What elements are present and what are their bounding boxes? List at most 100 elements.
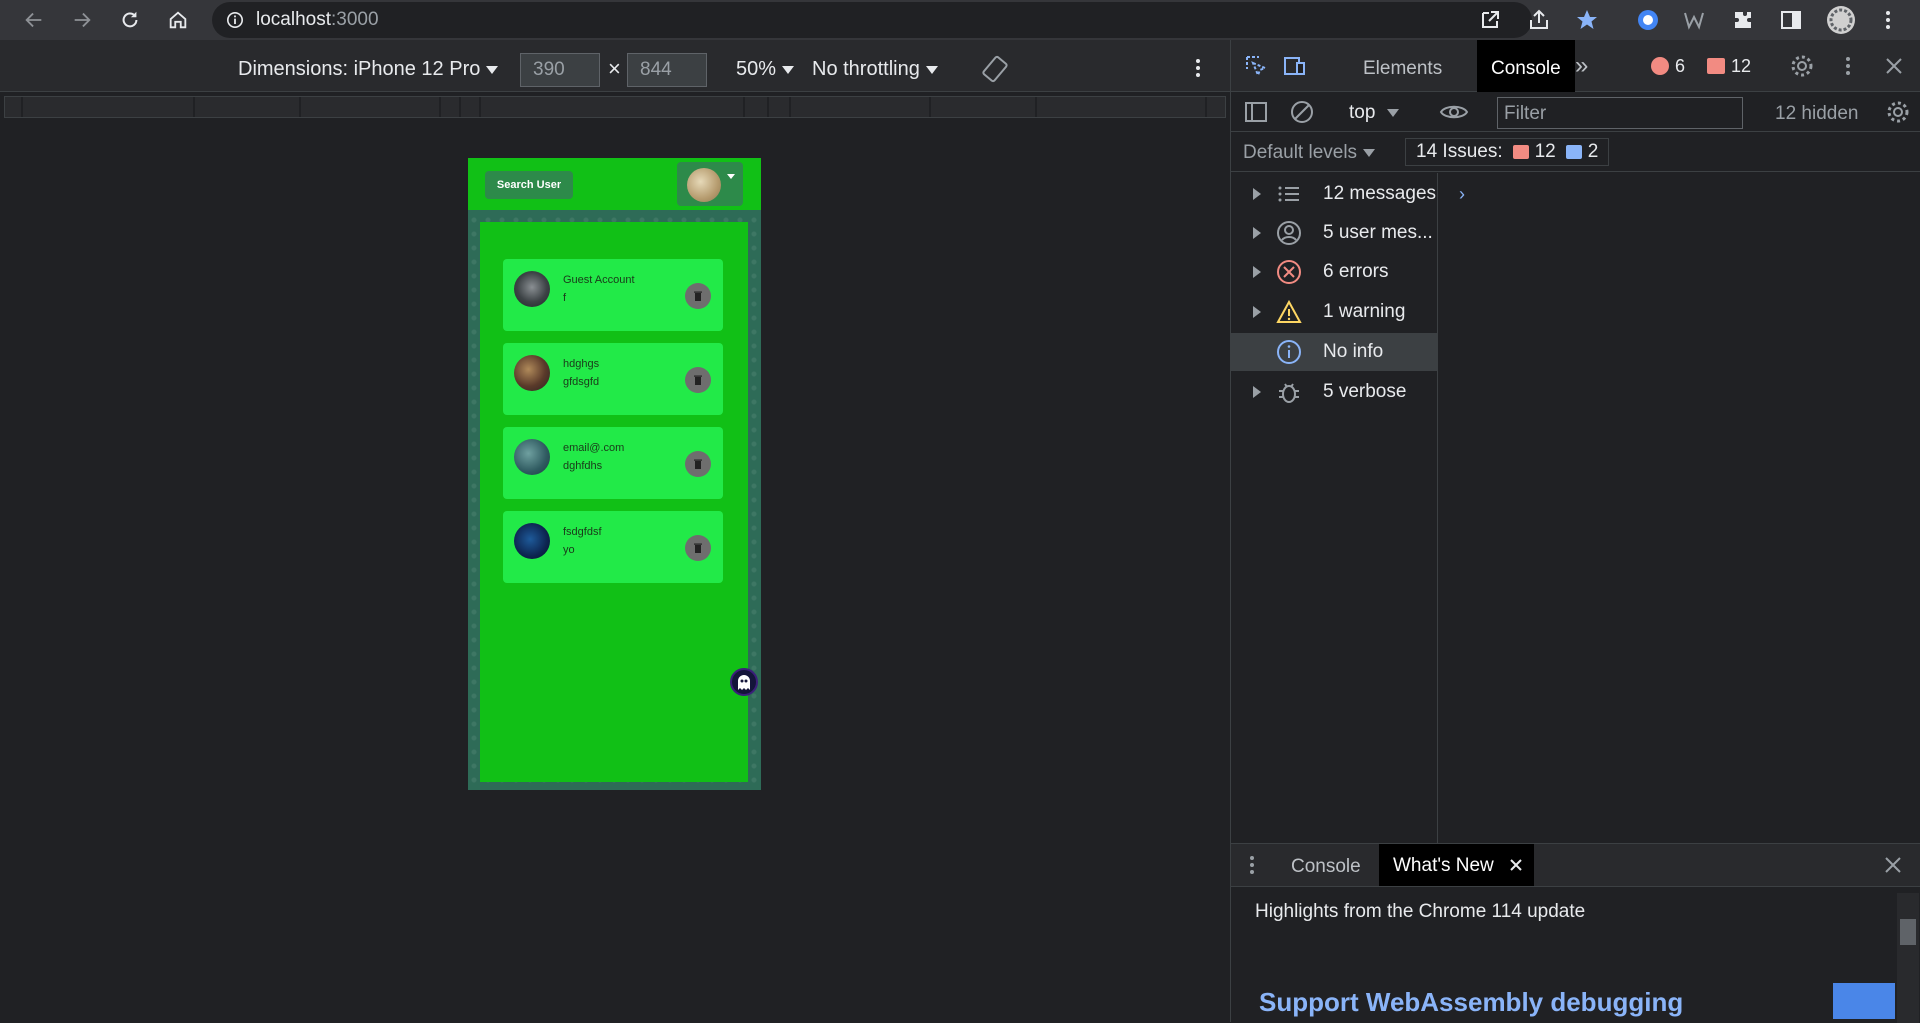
ruler-bar[interactable] — [4, 96, 1226, 118]
expand-triangle-icon[interactable] — [1253, 266, 1261, 278]
sidebar-toggle-icon[interactable] — [1243, 99, 1269, 125]
chat-list-item[interactable]: hdghgs gfdsgfd — [503, 343, 723, 415]
issues-button[interactable]: 14 Issues: 12 2 — [1405, 138, 1610, 166]
forward-arrow-icon — [74, 12, 91, 28]
console-prompt-chevron-icon[interactable]: › — [1459, 184, 1465, 205]
issue-info-icon — [1565, 145, 1582, 159]
dimensions-dropdown[interactable]: Dimensions: iPhone 12 Pro — [238, 58, 499, 81]
drawer-menu-icon[interactable] — [1241, 854, 1263, 876]
inspect-element-icon[interactable] — [1243, 53, 1269, 79]
width-input[interactable]: 390 — [520, 53, 600, 87]
throttling-dropdown[interactable]: No throttling — [812, 58, 938, 81]
issues-info-count: 2 — [1587, 141, 1599, 162]
live-expression-eye-icon[interactable] — [1439, 99, 1469, 125]
delete-chat-button[interactable] — [685, 451, 711, 477]
issue-count: 12 — [1731, 55, 1752, 76]
issues-badge[interactable]: 12 — [1707, 54, 1751, 78]
profile-avatar-icon[interactable] — [1826, 5, 1856, 35]
filter-input[interactable]: Filter — [1497, 97, 1743, 129]
expand-triangle-icon[interactable] — [1253, 188, 1261, 200]
ruler-segment[interactable] — [5, 97, 23, 117]
settings-gear-icon[interactable] — [1789, 53, 1815, 79]
delete-chat-button[interactable] — [685, 535, 711, 561]
chat-name: hdghgs — [563, 358, 600, 370]
ruler-segment[interactable] — [931, 97, 1037, 117]
device-toggle-icon[interactable] — [1281, 53, 1307, 79]
chat-list-item[interactable]: Guest Account f — [503, 259, 723, 331]
close-tab-icon[interactable] — [1508, 857, 1524, 873]
extensions-puzzle-icon[interactable] — [1731, 8, 1755, 32]
site-info-icon[interactable] — [226, 11, 244, 29]
sidebar-item-messages[interactable]: 12 messages — [1231, 175, 1437, 213]
sidebar-item-label: 1 warning — [1323, 301, 1406, 322]
more-tabs-chevron-icon[interactable]: » — [1575, 52, 1588, 80]
console-settings-gear-icon[interactable] — [1885, 99, 1911, 125]
devtools-menu-icon[interactable] — [1835, 53, 1861, 79]
drawer-tab-bar: Console What's New — [1231, 843, 1920, 887]
sidebar-item-errors[interactable]: 6 errors — [1231, 253, 1437, 291]
scrollbar-thumb[interactable] — [1900, 919, 1916, 945]
tab-console[interactable]: Console — [1477, 40, 1575, 92]
default-levels-dropdown[interactable]: Default levels — [1243, 142, 1376, 164]
back-button[interactable] — [22, 8, 46, 32]
close-drawer-icon[interactable] — [1883, 855, 1903, 875]
delete-chat-button[interactable] — [685, 283, 711, 309]
sidebar-item-warnings[interactable]: 1 warning — [1231, 293, 1437, 331]
forward-button[interactable] — [70, 8, 94, 32]
scrollbar[interactable] — [1897, 893, 1919, 1023]
home-button[interactable] — [166, 8, 190, 32]
avatar — [514, 439, 550, 475]
ruler-segment[interactable] — [23, 97, 195, 117]
expand-triangle-icon[interactable] — [1253, 386, 1261, 398]
bookmark-star-icon[interactable] — [1575, 8, 1599, 32]
ruler-segment[interactable] — [1037, 97, 1207, 117]
zoom-dropdown[interactable]: 50% — [736, 58, 795, 81]
rotate-icon[interactable] — [980, 54, 1010, 84]
device-toolbar: Dimensions: iPhone 12 Pro 390 × 844 50% … — [0, 40, 1230, 92]
drawer-tab-whats-new[interactable]: What's New — [1379, 844, 1534, 886]
share-icon[interactable] — [1527, 8, 1551, 32]
ruler-segment[interactable] — [301, 97, 441, 117]
ruler-segment[interactable] — [791, 97, 931, 117]
ruler-segment[interactable] — [195, 97, 301, 117]
height-input[interactable]: 844 — [627, 53, 707, 87]
search-user-button[interactable]: Search User — [485, 171, 573, 199]
chat-list-item[interactable]: email@.com dghfdhs — [503, 427, 723, 499]
expand-triangle-icon[interactable] — [1253, 227, 1261, 239]
trash-icon — [694, 291, 702, 301]
ruler-segment[interactable] — [481, 97, 745, 117]
feature-headline-link[interactable]: Support WebAssembly debugging — [1259, 987, 1683, 1018]
chat-name: Guest Account — [563, 274, 635, 286]
context-selector[interactable]: top — [1349, 102, 1400, 124]
browser-menu-icon[interactable] — [1876, 8, 1900, 32]
floating-widget-button[interactable] — [730, 668, 758, 696]
chevron-down-icon — [925, 65, 938, 74]
sidebar-item-verbose[interactable]: 5 verbose — [1231, 373, 1437, 411]
extension-circle-icon[interactable] — [1636, 8, 1660, 32]
ruler-segment[interactable] — [441, 97, 461, 117]
ruler-segment[interactable] — [769, 97, 791, 117]
sidebar-item-label: No info — [1323, 341, 1384, 362]
address-bar[interactable]: localhost:3000 — [212, 2, 1532, 38]
issue-icon — [1707, 58, 1725, 74]
ruler-segment[interactable] — [745, 97, 769, 117]
errors-badge[interactable]: 6 — [1651, 54, 1685, 78]
clear-console-icon[interactable] — [1289, 99, 1315, 125]
drawer-tab-console[interactable]: Console — [1291, 856, 1361, 878]
side-panel-icon[interactable] — [1779, 8, 1803, 32]
error-icon — [1651, 57, 1669, 75]
close-icon[interactable] — [1881, 53, 1907, 79]
sidebar-item-user-messages[interactable]: 5 user mes... — [1231, 214, 1437, 252]
expand-triangle-icon[interactable] — [1253, 306, 1261, 318]
profile-menu-button[interactable] — [677, 162, 743, 206]
open-in-new-icon[interactable] — [1478, 8, 1502, 32]
device-more-icon[interactable] — [1186, 56, 1210, 80]
reload-button[interactable] — [118, 8, 142, 32]
console-toolbar: top Filter 12 hidden — [1231, 92, 1920, 132]
extension-w-icon[interactable] — [1682, 8, 1706, 32]
tab-elements[interactable]: Elements — [1363, 58, 1442, 80]
chat-list-item[interactable]: fsdgfdsf yo — [503, 511, 723, 583]
delete-chat-button[interactable] — [685, 367, 711, 393]
sidebar-item-info[interactable]: No info — [1231, 333, 1437, 371]
ruler-segment[interactable] — [461, 97, 481, 117]
